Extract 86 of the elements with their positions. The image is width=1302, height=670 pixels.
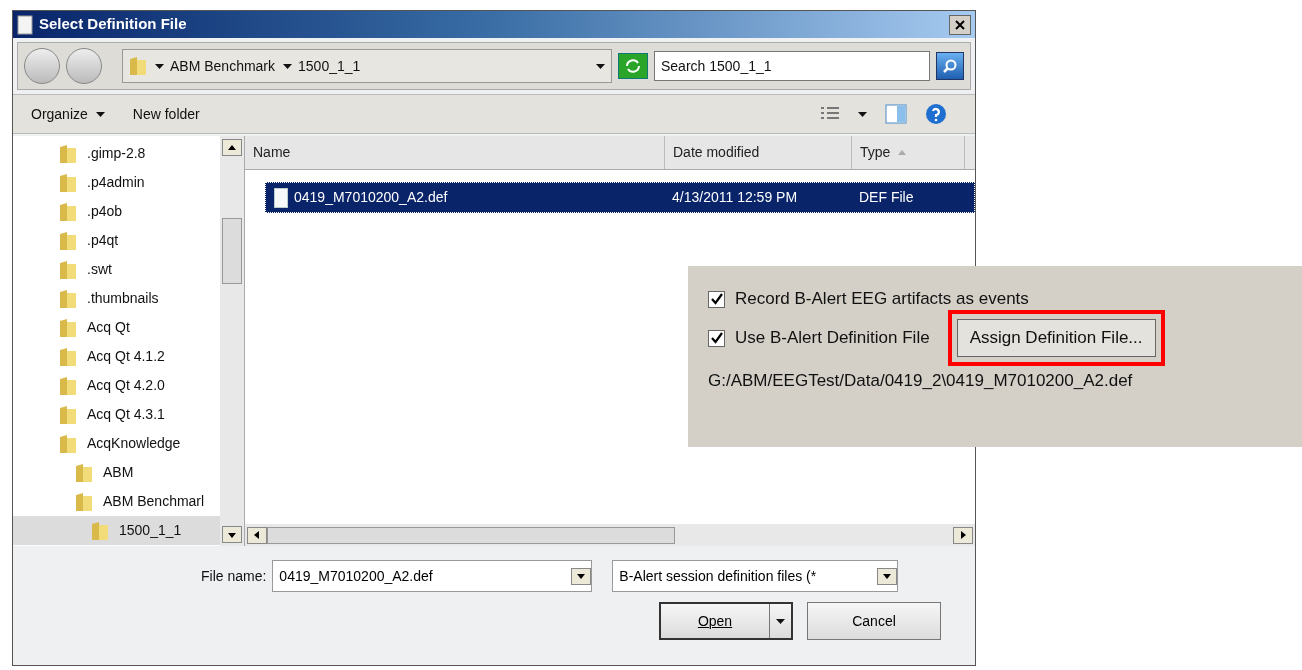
file-row[interactable]: 0419_M7010200_A2.def 4/13/2011 12:59 PM DEF File [265, 182, 975, 213]
folder-icon [59, 172, 77, 193]
toolbar-button[interactable]: Organize [31, 103, 105, 125]
view-list-icon[interactable] [820, 106, 840, 122]
help-icon[interactable] [925, 103, 947, 125]
checkbox-label: Record B-Alert EEG artifacts as events [735, 288, 1029, 311]
folder-icon [59, 375, 77, 396]
vertical-scrollbar[interactable] [220, 136, 244, 546]
scroll-down-button[interactable] [222, 526, 242, 543]
folder-tree-item[interactable]: .p4qt [13, 226, 220, 255]
date-cell-text: 4/13/2011 12:59 PM [671, 188, 799, 207]
search-field[interactable]: Search 1500_1_1 [654, 51, 930, 81]
close-button[interactable] [949, 14, 971, 35]
open-split-button[interactable]: Open [659, 602, 793, 640]
folder-tree-item[interactable]: Acq Qt 4.3.1 [13, 400, 220, 429]
folder-icon [59, 317, 77, 338]
folder-tree-item[interactable]: .gimp-2.8 [13, 139, 220, 168]
view-caret-icon [858, 111, 867, 117]
arrow-down-icon [228, 530, 236, 539]
folder-tree-item[interactable]: .p4admin [13, 168, 220, 197]
folder-tree-item[interactable]: ABM Benchmarl [13, 487, 220, 516]
caret-icon [776, 618, 785, 624]
folder-icon [59, 346, 77, 367]
file-path-text: G:/ABM/EEGTest/Data/0419_2\0419_M7010200_A2.def [708, 370, 1134, 392]
folder-icon [59, 433, 77, 454]
folder-icon [59, 404, 77, 425]
folder-icon [59, 143, 77, 164]
checkbox-label: Use B-Alert Definition File [735, 327, 930, 350]
folder-tree-item[interactable]: .p4ob [13, 197, 220, 226]
dropdown-caret-icon [596, 63, 605, 69]
document-icon [17, 14, 33, 35]
folder-icon [129, 56, 147, 76]
folder-tree-item[interactable]: Acq Qt [13, 313, 220, 342]
scrollbar-thumb[interactable] [222, 218, 242, 284]
folder-icon [59, 288, 77, 309]
horizontal-scrollbar[interactable] [245, 524, 975, 546]
folder-tree-item[interactable]: .swt [13, 255, 220, 284]
breadcrumb-caret-icon [155, 63, 164, 69]
folder-icon [59, 230, 77, 251]
column-header[interactable]: Date modified [665, 136, 852, 169]
file-icon [274, 187, 288, 208]
folder-tree-item[interactable]: Acq Qt 4.1.2 [13, 342, 220, 371]
arrow-down-icon [577, 572, 586, 580]
address-field[interactable]: ABM Benchmark 1500_1_1 [122, 49, 612, 83]
checkbox[interactable] [708, 290, 725, 308]
scroll-right-button[interactable] [953, 526, 973, 544]
breadcrumb-item[interactable]: ABM Benchmark [170, 55, 276, 77]
dialog-button[interactable]: Cancel [807, 602, 941, 640]
checkbox[interactable] [708, 329, 725, 347]
folder-icon [59, 259, 77, 280]
toolbar-button[interactable]: New folder [132, 103, 200, 125]
file-name-dropdown-button[interactable] [571, 567, 592, 585]
assign-definition-button[interactable]: Assign Definition File... [956, 319, 1156, 357]
folder-icon [91, 520, 109, 541]
window-title: Select Definition File [39, 14, 187, 35]
folder-tree-item[interactable]: .thumbnails [13, 284, 220, 313]
close-icon [955, 19, 965, 30]
folder-tree-item[interactable]: AcqKnowledge [13, 429, 220, 458]
search-button[interactable] [936, 52, 964, 80]
scroll-up-button[interactable] [222, 139, 242, 156]
column-header[interactable]: Type [852, 136, 965, 169]
caret-icon [95, 111, 105, 117]
folder-icon [75, 491, 93, 512]
folder-icon [59, 201, 77, 222]
arrow-up-icon [228, 143, 236, 152]
file-name-label: File name: [201, 566, 267, 586]
file-type-dropdown[interactable]: B-Alert session definition files (* [612, 560, 899, 592]
scroll-left-button[interactable] [247, 526, 267, 544]
search-icon [942, 58, 958, 74]
column-header[interactable]: Name [245, 136, 665, 169]
arrow-right-icon [959, 531, 967, 539]
refresh-icon [624, 59, 642, 73]
refresh-button[interactable] [618, 53, 648, 79]
file-name-cell-text: 0419_M7010200_A2.def [294, 188, 448, 207]
file-name-field[interactable]: 0419_M7010200_A2.def [272, 560, 593, 592]
folder-tree-item[interactable]: Acq Qt 4.2.0 [13, 371, 220, 400]
breadcrumb-caret-icon [283, 63, 293, 69]
folder-tree-item[interactable]: ABM [13, 458, 220, 487]
folder-tree-item[interactable]: 1500_1_1 [13, 516, 220, 545]
scrollbar-thumb[interactable] [267, 526, 675, 544]
arrow-down-icon [883, 572, 892, 580]
type-cell-text: DEF File [858, 188, 914, 207]
folder-icon [75, 462, 93, 483]
breadcrumb-item[interactable]: 1500_1_1 [298, 55, 361, 77]
file-type-dropdown-button[interactable] [877, 567, 898, 585]
arrow-left-icon [253, 531, 261, 539]
